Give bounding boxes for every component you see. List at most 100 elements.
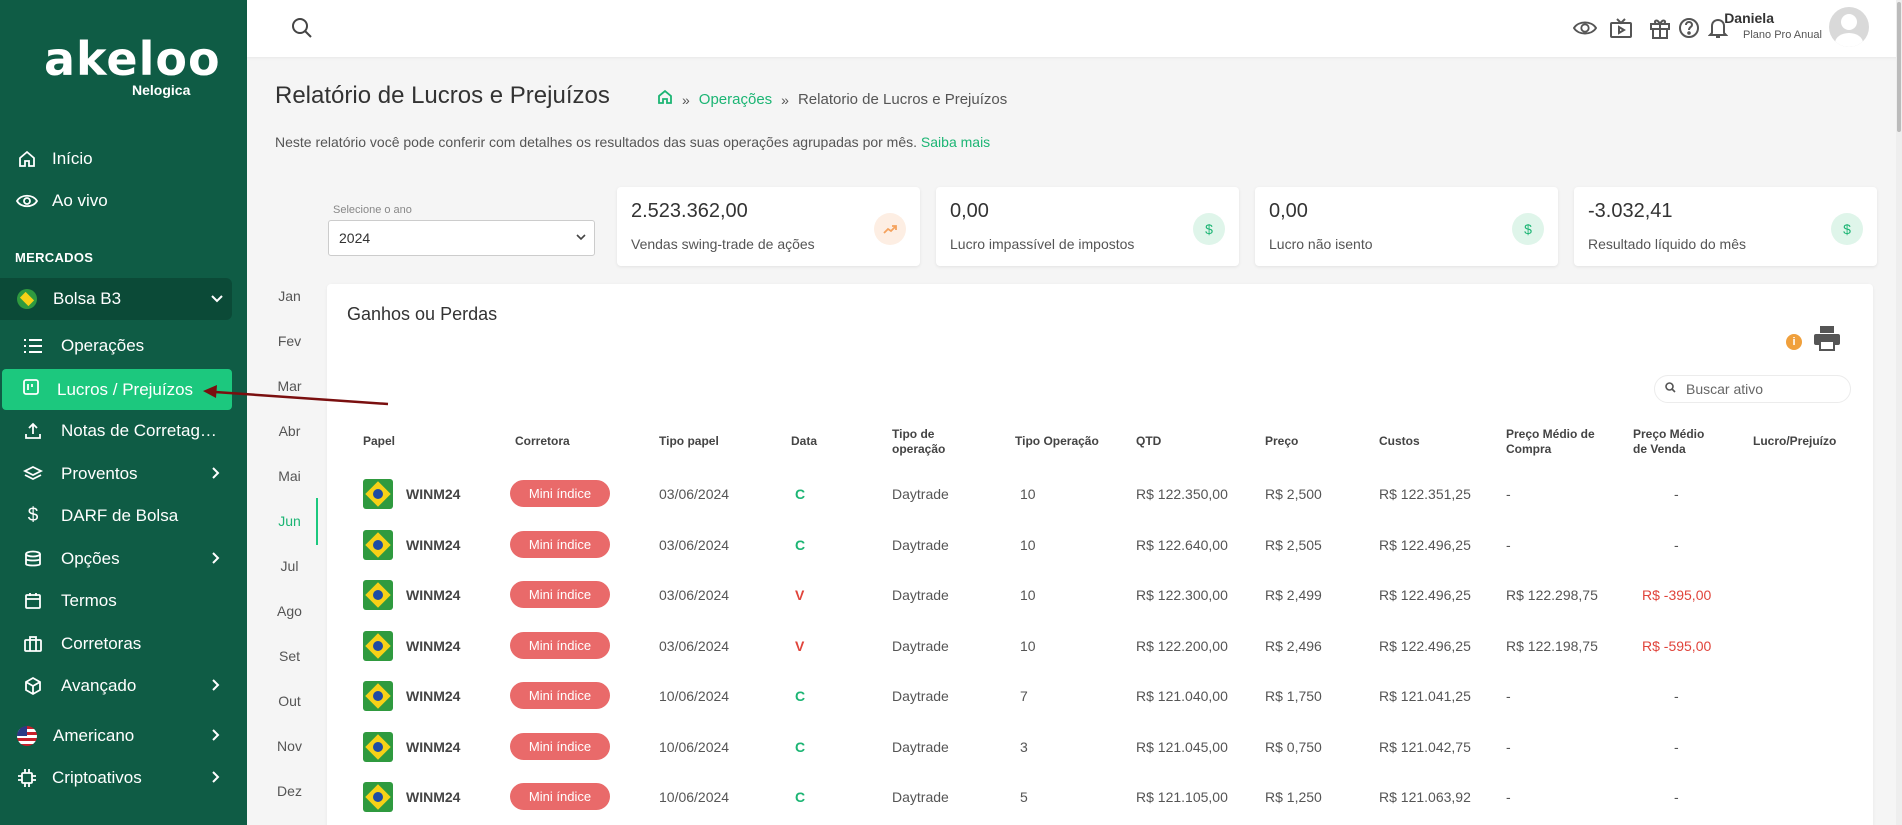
home-icon[interactable] — [657, 89, 673, 110]
sidebar-item-bolsa-b3[interactable]: Bolsa B3 — [0, 278, 232, 320]
sidebar-item-ao-vivo[interactable]: Ao vivo — [0, 181, 247, 221]
cell-pm-venda: - — [1674, 486, 1679, 502]
sidebar: akeloo Nelogica Início Ao vivo MERCADOS … — [0, 0, 247, 825]
sidebar-item-americano[interactable]: Americano — [0, 716, 247, 756]
brazil-flag-icon — [363, 732, 393, 762]
sidebar-item-notas-corretagem[interactable]: Notas de Corretag… — [0, 411, 247, 451]
cell-preco: R$ 2,499 — [1265, 587, 1322, 603]
breadcrumb: » Operações » Relatorio de Lucros e Prej… — [657, 89, 1007, 110]
chevron-right-icon — [211, 728, 221, 745]
brazil-flag-icon — [363, 631, 393, 661]
month-out[interactable]: Out — [262, 693, 317, 709]
cell-pm-compra: R$ 122.198,75 — [1506, 638, 1598, 654]
sidebar-item-corretoras[interactable]: Corretoras — [0, 624, 247, 664]
eye-icon[interactable] — [1573, 16, 1597, 40]
brazil-flag-icon — [363, 530, 393, 560]
cell-pm-venda: R$ -595,00 — [1642, 638, 1712, 654]
cell-custos: R$ 121.042,75 — [1379, 739, 1471, 755]
cell-data: V — [795, 638, 805, 654]
cell-papel: WINM24 — [406, 739, 461, 755]
cell-preco: R$ 2,505 — [1265, 537, 1322, 553]
header-line: operação — [892, 442, 946, 456]
sidebar-item-criptoativos[interactable]: Criptoativos — [0, 758, 247, 798]
breadcrumb-link-operacoes[interactable]: Operações — [699, 91, 772, 108]
cell-preco: R$ 1,750 — [1265, 688, 1322, 704]
cell-tipo-operacao: Daytrade — [892, 486, 949, 502]
cell-corretora-badge: Mini índice — [510, 531, 610, 558]
cell-tipo-papel: 10/06/2024 — [659, 688, 730, 704]
month-mai[interactable]: Mai — [262, 468, 317, 484]
month-nov[interactable]: Nov — [262, 738, 317, 754]
page-scrollbar[interactable] — [1896, 0, 1902, 825]
month-dez[interactable]: Dez — [262, 783, 317, 799]
cell-pm-compra: - — [1506, 486, 1511, 502]
sidebar-item-label: Avançado — [61, 676, 137, 695]
stat-card-lucro-impassivel: 0,00 Lucro impassível de impostos $ — [936, 187, 1239, 266]
upload-icon — [22, 420, 44, 442]
cell-tipo-op: 10 — [1020, 638, 1036, 654]
sidebar-item-darf[interactable]: $ DARF de Bolsa — [0, 496, 247, 536]
list-icon — [22, 335, 44, 357]
header-line: Preço Médio de — [1506, 427, 1595, 441]
chip-icon — [16, 767, 38, 789]
search-icon[interactable] — [290, 16, 314, 40]
cell-papel: WINM24 — [406, 688, 461, 704]
asset-search[interactable] — [1654, 375, 1851, 403]
cell-pm-venda: - — [1674, 789, 1679, 805]
chevron-down-icon — [210, 289, 224, 309]
cell-custos: R$ 122.496,25 — [1379, 587, 1471, 603]
brazil-flag-icon — [363, 479, 393, 509]
column-header-custos: Custos — [1379, 434, 1420, 448]
brand-logo[interactable]: akeloo Nelogica — [44, 36, 221, 98]
panel-title: Ganhos ou Perdas — [347, 304, 498, 324]
active-month-indicator — [316, 498, 318, 545]
year-select[interactable]: 2024 — [328, 220, 595, 256]
cell-tipo-op: 7 — [1020, 688, 1028, 704]
sidebar-item-proventos[interactable]: Proventos — [0, 454, 247, 494]
column-header-pm-compra: Preço Médio de Compra — [1506, 427, 1595, 457]
month-abr[interactable]: Abr — [262, 423, 317, 439]
sidebar-item-termos[interactable]: Termos — [0, 581, 247, 621]
breadcrumb-separator-icon: » — [682, 91, 690, 108]
month-jul[interactable]: Jul — [262, 558, 317, 574]
cell-tipo-operacao: Daytrade — [892, 587, 949, 603]
cell-custos: R$ 122.496,25 — [1379, 638, 1471, 654]
sidebar-item-label: Americano — [53, 726, 135, 745]
learn-more-link[interactable]: Saiba mais — [921, 134, 990, 150]
month-fev[interactable]: Fev — [262, 333, 317, 349]
sidebar-item-label: Opções — [61, 549, 120, 568]
brazil-flag-icon — [363, 681, 393, 711]
brazil-flag-icon — [17, 289, 37, 309]
chevron-right-icon — [211, 770, 221, 787]
sidebar-item-inicio[interactable]: Início — [0, 139, 247, 179]
cell-papel: WINM24 — [406, 587, 461, 603]
print-icon[interactable] — [1813, 325, 1841, 351]
column-header-pm-venda: Preço Médio de Venda — [1633, 427, 1704, 457]
sidebar-item-label: Ao vivo — [52, 191, 108, 210]
page-title: Relatório de Lucros e Prejuízos — [275, 82, 610, 109]
avatar[interactable] — [1829, 7, 1869, 47]
sidebar-item-opcoes[interactable]: Opções — [0, 539, 247, 579]
asset-search-input[interactable] — [1686, 381, 1836, 397]
column-header-corretora: Corretora — [515, 434, 570, 448]
gift-icon[interactable] — [1648, 16, 1672, 40]
stat-value: 2.523.362,00 — [631, 200, 748, 222]
info-icon[interactable]: i — [1786, 334, 1802, 350]
sidebar-item-lucros-prejuizos[interactable]: Lucros / Prejuízos — [2, 369, 232, 410]
cube-icon — [22, 675, 44, 697]
help-icon[interactable] — [1677, 16, 1701, 40]
month-jan[interactable]: Jan — [262, 288, 317, 304]
cell-custos: R$ 121.041,25 — [1379, 688, 1471, 704]
month-mar[interactable]: Mar — [262, 378, 317, 394]
month-set[interactable]: Set — [262, 648, 317, 664]
stat-label: Vendas swing-trade de ações — [631, 236, 815, 252]
sidebar-item-label: Proventos — [61, 464, 138, 483]
video-icon[interactable] — [1609, 16, 1633, 40]
sidebar-item-operacoes[interactable]: Operações — [0, 326, 247, 366]
sidebar-item-label: Corretoras — [61, 634, 142, 653]
sidebar-item-avancado[interactable]: Avançado — [0, 666, 247, 706]
briefcase-icon — [22, 633, 44, 655]
month-ago[interactable]: Ago — [262, 603, 317, 619]
cell-pm-compra: - — [1506, 688, 1511, 704]
month-jun[interactable]: Jun — [262, 513, 317, 529]
